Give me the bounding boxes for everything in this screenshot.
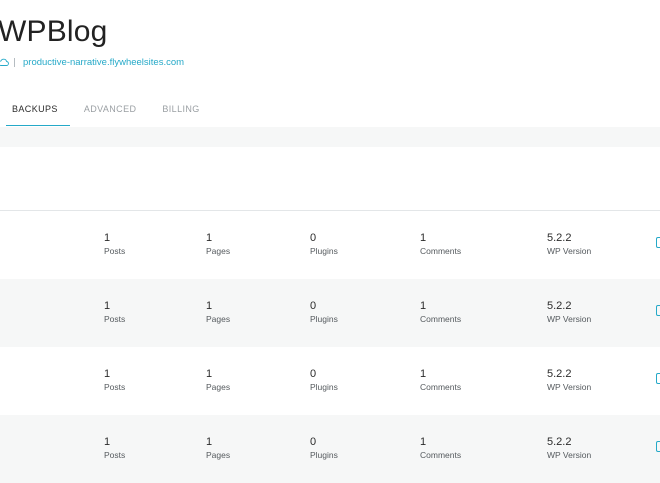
plugins-label: Plugins [310, 382, 338, 392]
posts-stat: 1 Posts [104, 435, 125, 461]
comments-stat: 1 Comments [420, 231, 461, 257]
pages-stat: 1 Pages [206, 435, 230, 461]
wp-version-label: WP Version [547, 246, 592, 256]
comments-stat: 1 Comments [420, 299, 461, 325]
url-separator [14, 57, 15, 67]
plugins-count: 0 [310, 300, 317, 312]
tab-advanced[interactable]: ADVANCED [72, 100, 149, 126]
posts-count: 1 [104, 436, 111, 448]
plugins-stat: 0 Plugins [310, 435, 338, 461]
posts-label: Posts [104, 382, 126, 392]
backup-row: 1 Posts 1 Pages 0 Plugins 1 Comments 5.2.2 WP… [0, 211, 660, 279]
comments-count: 1 [420, 300, 427, 312]
plugins-count: 0 [310, 368, 317, 380]
comments-count: 1 [420, 232, 427, 244]
posts-count: 1 [104, 368, 111, 380]
toolbar-strip [0, 127, 660, 147]
tab-billing[interactable]: BILLING [150, 100, 211, 126]
comments-count: 1 [420, 368, 427, 380]
posts-label: Posts [104, 246, 126, 256]
posts-count: 1 [104, 232, 111, 244]
plugins-stat: 0 Plugins [310, 299, 338, 325]
posts-label: Posts [104, 314, 126, 324]
pages-stat: 1 Pages [206, 299, 230, 325]
posts-label: Posts [104, 450, 126, 460]
wp-version-stat: 5.2.2 WP Version [547, 231, 591, 257]
wp-version-label: WP Version [547, 382, 592, 392]
pages-count: 1 [206, 436, 213, 448]
wp-version-value: 5.2.2 [547, 300, 572, 312]
backup-row: 1 Posts 1 Pages 0 Plugins 1 Comments 5.2.2 WP… [0, 347, 660, 415]
pages-count: 1 [206, 300, 213, 312]
pages-label: Pages [206, 382, 231, 392]
comments-count: 1 [420, 436, 427, 448]
wp-version-stat: 5.2.2 WP Version [547, 299, 591, 325]
row-action-button[interactable] [656, 237, 660, 248]
row-action-button[interactable] [656, 441, 660, 452]
pages-stat: 1 Pages [206, 231, 230, 257]
pages-label: Pages [206, 450, 231, 460]
comments-stat: 1 Comments [420, 367, 461, 393]
plugins-stat: 0 Plugins [310, 367, 338, 393]
wp-version-label: WP Version [547, 314, 592, 324]
plugins-count: 0 [310, 436, 317, 448]
pages-count: 1 [206, 232, 213, 244]
wp-version-value: 5.2.2 [547, 436, 572, 448]
posts-stat: 1 Posts [104, 299, 125, 325]
comments-label: Comments [420, 314, 462, 324]
comments-label: Comments [420, 450, 462, 460]
backup-list: 1 Posts 1 Pages 0 Plugins 1 Comments 5.2.2 WP… [0, 211, 660, 483]
comments-label: Comments [420, 382, 462, 392]
backup-row: 1 Posts 1 Pages 0 Plugins 1 Comments 5.2.2 WP… [0, 279, 660, 347]
wp-version-label: WP Version [547, 450, 592, 460]
posts-stat: 1 Posts [104, 367, 125, 393]
wp-version-stat: 5.2.2 WP Version [547, 367, 591, 393]
site-url-row: productive-narrative.flywheelsites.com [0, 55, 184, 69]
site-title: WPBlog [0, 15, 108, 48]
plugins-stat: 0 Plugins [310, 231, 338, 257]
pages-label: Pages [206, 246, 231, 256]
tab-backups[interactable]: BACKUPS [0, 100, 70, 126]
pages-count: 1 [206, 368, 213, 380]
comments-stat: 1 Comments [420, 435, 461, 461]
plugins-label: Plugins [310, 450, 338, 460]
wp-version-value: 5.2.2 [547, 232, 572, 244]
site-url-link[interactable]: productive-narrative.flywheelsites.com [23, 57, 184, 68]
comments-label: Comments [420, 246, 462, 256]
posts-stat: 1 Posts [104, 231, 125, 257]
plugins-count: 0 [310, 232, 317, 244]
wp-version-stat: 5.2.2 WP Version [547, 435, 591, 461]
plugins-label: Plugins [310, 314, 338, 324]
row-action-button[interactable] [656, 305, 660, 316]
row-action-button[interactable] [656, 373, 660, 384]
pages-stat: 1 Pages [206, 367, 230, 393]
cloud-icon [0, 58, 9, 66]
tab-bar: BACKUPS ADVANCED BILLING [0, 100, 212, 128]
pages-label: Pages [206, 314, 231, 324]
plugins-label: Plugins [310, 246, 338, 256]
posts-count: 1 [104, 300, 111, 312]
wp-version-value: 5.2.2 [547, 368, 572, 380]
